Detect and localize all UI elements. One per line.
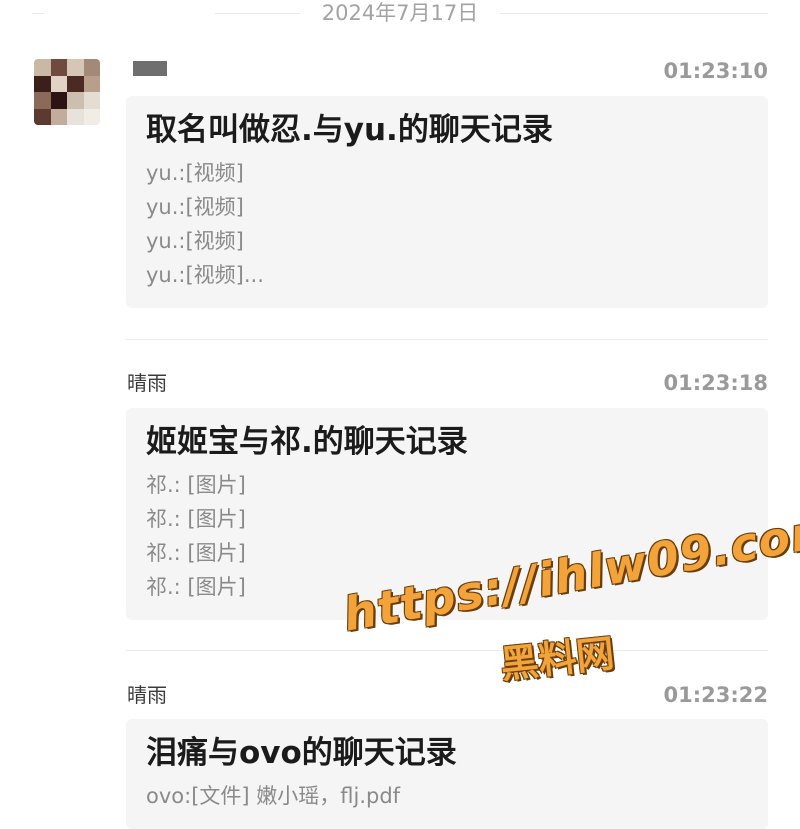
message-timestamp: 01:23:18	[663, 371, 768, 395]
message-timestamp: 01:23:22	[663, 683, 768, 707]
card-preview-line: 祁.: [图片]	[146, 473, 246, 497]
avatar[interactable]	[34, 59, 100, 125]
divider-line	[32, 13, 44, 14]
chat-history-card[interactable]: 泪痛与ovo的聊天记录 ovo:[文件] 嫩小瑶，flj.pdf	[126, 719, 768, 829]
card-preview-line: 祁.: [图片]	[146, 541, 246, 565]
message-separator	[126, 650, 768, 651]
card-title: 泪痛与ovo的聊天记录	[146, 735, 457, 771]
sender-name: 晴雨	[127, 371, 167, 395]
date-divider: 2024年7月17日	[0, 0, 800, 28]
card-preview-line: yu.:[视频]...	[146, 263, 264, 287]
message-separator	[126, 339, 768, 340]
card-preview-line: yu.:[视频]	[146, 161, 244, 185]
card-preview-line: 祁.: [图片]	[146, 575, 246, 599]
chat-history-card[interactable]: 姬姬宝与祁.的聊天记录 祁.: [图片] 祁.: [图片] 祁.: [图片] 祁…	[126, 408, 768, 620]
card-preview-line: yu.:[视频]	[146, 195, 244, 219]
sender-name-redacted	[133, 61, 167, 76]
chat-history-card[interactable]: 取名叫做忍.与yu.的聊天记录 yu.:[视频] yu.:[视频] yu.:[视…	[126, 96, 768, 308]
card-title: 姬姬宝与祁.的聊天记录	[146, 424, 468, 460]
card-title: 取名叫做忍.与yu.的聊天记录	[146, 112, 553, 148]
card-preview-line: yu.:[视频]	[146, 229, 244, 253]
card-preview-line: 祁.: [图片]	[146, 507, 246, 531]
divider-line	[500, 13, 768, 14]
sender-name: 晴雨	[127, 683, 167, 707]
divider-line	[215, 13, 300, 14]
card-preview-line: ovo:[文件] 嫩小瑶，flj.pdf	[146, 784, 401, 808]
watermark-site-name: 黑料网	[498, 631, 617, 687]
message-timestamp: 01:23:10	[663, 59, 768, 83]
date-label: 2024年7月17日	[321, 1, 479, 25]
